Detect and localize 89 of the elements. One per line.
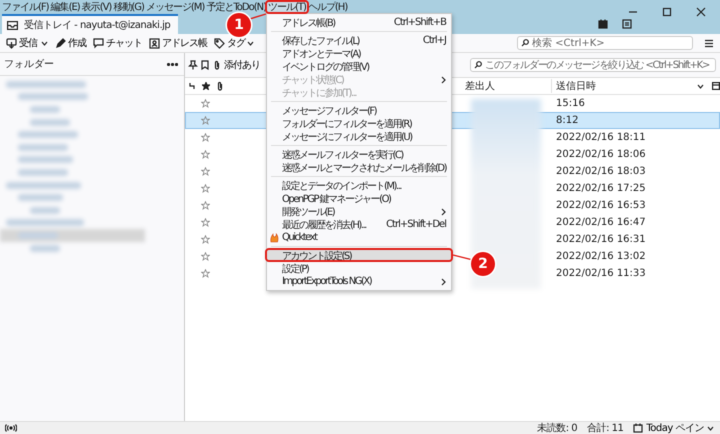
inbox-download-icon — [6, 38, 17, 48]
attachment-filter-button[interactable]: 添付あり — [212, 58, 262, 72]
caret-icon — [707, 426, 714, 430]
caret-icon — [41, 40, 48, 46]
star-outline-icon — [201, 150, 210, 159]
total-count: 合計: 11 — [587, 422, 624, 434]
menu-item[interactable]: 設定(P) — [266, 262, 451, 275]
date-text: 2022/02/16 18:06 — [556, 149, 646, 160]
address-button[interactable]: アドレス帳 — [146, 36, 210, 50]
star-outline-icon — [201, 218, 210, 227]
column-picker-icon — [712, 82, 720, 90]
menu-item[interactable]: イベントログの管理(V) — [266, 60, 451, 73]
menu-item[interactable]: アドオンとテーマ(A) — [266, 47, 451, 60]
speech-bubble-icon — [93, 38, 104, 48]
menu-item[interactable]: OpenPGP 鍵マネージャー(O) — [266, 192, 451, 205]
menu-item[interactable]: ファイル(F) — [1, 0, 50, 14]
date-text: 2022/02/16 18:03 — [556, 166, 646, 177]
menu-item[interactable]: 最近の履歴を消去(H)... Ctrl+Shift+Del — [266, 218, 451, 231]
star-outline-icon — [201, 201, 210, 210]
star-outline-icon — [201, 184, 210, 193]
star-outline-icon — [201, 167, 210, 176]
menu-item[interactable]: アドレス帳(B) Ctrl+Shift+B — [266, 16, 451, 29]
caret-icon — [697, 84, 704, 88]
write-button[interactable]: 作成 — [52, 36, 89, 50]
date-text: 2022/02/16 13:02 — [556, 251, 646, 262]
menu-item[interactable]: フォルダーにフィルターを適用(R) — [266, 117, 451, 130]
filter-field[interactable]: このフォルダーのメッセージを絞り込む <Ctrl+Shift+K> — [470, 58, 716, 72]
menu-item[interactable]: 保存したファイル(L) Ctrl+J — [266, 34, 451, 47]
paperclip-icon — [214, 60, 220, 70]
broadcast-icon — [5, 424, 17, 432]
star-icon — [202, 82, 210, 90]
pencil-icon — [55, 38, 66, 48]
caret-icon — [247, 40, 254, 46]
column-header[interactable]: 送信日時 — [556, 79, 596, 93]
menu-item[interactable]: 迷惑メールとマークされたメールを削除(D) — [266, 161, 451, 174]
date-text: 2022/02/16 16:53 — [556, 200, 646, 211]
paperclip-icon — [217, 81, 223, 91]
thread-icon — [189, 82, 195, 90]
mail-tab[interactable]: 受信トレイ - nayuta-t@izanaki.jp — [2, 14, 178, 34]
date-text: 2022/02/16 18:11 — [556, 132, 646, 143]
calendar-icon — [598, 19, 608, 29]
pane-title: フォルダー — [4, 58, 54, 71]
star-outline-icon — [201, 133, 210, 142]
date-text: 2022/02/16 17:25 — [556, 183, 646, 194]
date-text: 2022/02/16 16:31 — [556, 234, 646, 245]
star-outline-icon — [201, 252, 210, 261]
get-button[interactable]: 受信 — [3, 36, 40, 50]
tag-button[interactable]: タグ — [211, 36, 257, 50]
date-text: 2022/02/16 16:47 — [556, 217, 646, 228]
menu-item[interactable]: 編集(E) — [50, 0, 81, 14]
more-icon — [167, 62, 178, 66]
tasks-icon — [622, 19, 632, 29]
chat-button[interactable]: チャット — [90, 36, 145, 50]
search-icon — [474, 61, 482, 69]
maximize-icon — [662, 7, 672, 17]
menu-item[interactable]: メッセージ(M) — [144, 0, 206, 14]
menu-item[interactable]: 開発ツール(E) — [266, 205, 451, 218]
leader-line — [453, 255, 473, 260]
column-header[interactable]: 差出人 — [465, 79, 551, 93]
flame-icon — [268, 232, 279, 242]
search-icon — [521, 39, 529, 47]
pin-icon — [188, 60, 198, 70]
menu-item[interactable]: 移動(G) — [112, 0, 145, 14]
menu-item[interactable]: Quicktext — [266, 231, 451, 244]
search-field[interactable]: 検索 <Ctrl+K> — [517, 36, 693, 50]
star-outline-icon — [201, 269, 210, 278]
menu-item[interactable]: 設定とデータのインポート(M)... — [266, 179, 451, 192]
envelope-icon — [7, 20, 18, 30]
date-text: 15:16 — [556, 98, 585, 109]
close-icon — [696, 7, 706, 17]
star-outline-icon — [201, 116, 210, 125]
star-outline-icon — [201, 235, 210, 244]
highlight-frame — [264, 0, 309, 14]
bookmark-icon — [201, 60, 209, 70]
calendar-icon — [633, 423, 644, 433]
step-number-badge: 2 — [471, 252, 495, 276]
menu-item[interactable]: 表示(V) — [80, 0, 112, 14]
star-outline-icon — [201, 99, 210, 108]
contact-card-icon — [149, 38, 160, 48]
menu-icon — [704, 38, 714, 48]
step-number-badge: 1 — [226, 13, 251, 37]
menu-item[interactable]: メッセージにフィルターを適用(U) — [266, 130, 451, 143]
date-text: 8:12 — [556, 115, 578, 126]
menu-item[interactable]: 迷惑メールフィルターを実行(C) — [266, 148, 451, 161]
menu-item[interactable]: ImportExportTools NG(X) — [266, 275, 451, 288]
date-text: 2022/02/16 11:33 — [556, 268, 646, 279]
unread-count: 未読数: 0 — [537, 422, 578, 434]
tag-icon — [214, 38, 225, 48]
today-pane-button[interactable]: Today ペイン — [633, 421, 714, 434]
